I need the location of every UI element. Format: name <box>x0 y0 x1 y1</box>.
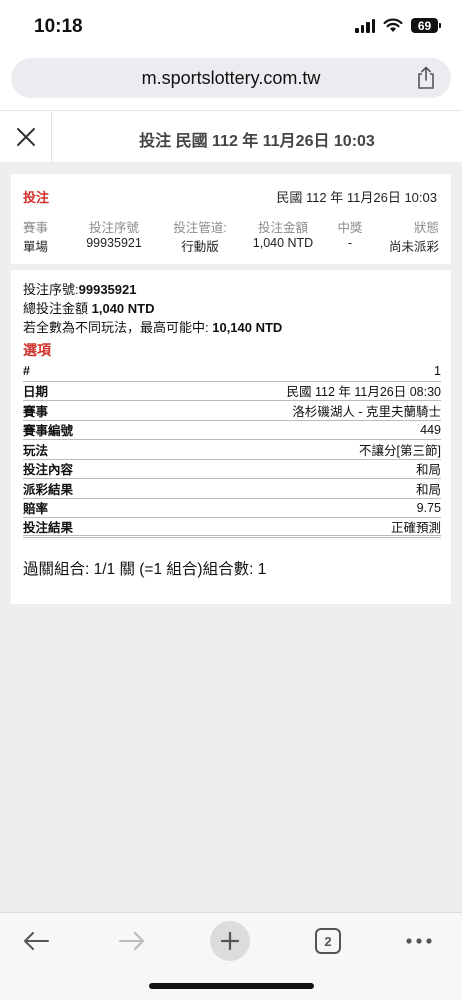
tabs-icon: 2 <box>315 928 341 954</box>
row-key: 賽事 <box>23 404 49 419</box>
more-button[interactable] <box>402 923 436 959</box>
row-key: 派彩結果 <box>23 482 74 497</box>
status-bar: 10:18 69 <box>0 0 462 52</box>
serial-label: 投注序號: <box>23 282 79 297</box>
cell-channel: 行動版 <box>181 240 219 254</box>
table-row: 玩法 不讓分[第三節] <box>23 440 441 460</box>
row-key: 賽事編號 <box>23 424 74 439</box>
max-win-label: 若全數為不同玩法，最高可能中: <box>23 320 213 335</box>
row-value: 和局 <box>415 463 441 478</box>
status-time: 10:18 <box>34 16 83 37</box>
table-row: 賽事編號 449 <box>23 421 441 440</box>
address-bar[interactable]: m.sportslottery.com.tw <box>11 58 451 98</box>
back-button[interactable] <box>16 923 56 959</box>
row-key: 賠率 <box>23 502 49 517</box>
tabs-button[interactable]: 2 <box>314 923 342 959</box>
column-header-serial: 投注序號 <box>88 221 139 235</box>
row-value: 洛杉磯湖人 - 克里夫蘭騎士 <box>292 404 441 419</box>
more-icon <box>406 938 432 944</box>
forward-button[interactable] <box>112 923 152 959</box>
close-icon <box>16 128 35 146</box>
row-value: 449 <box>420 422 441 437</box>
total-amount-line: 總投注金額 1,040 NTD <box>23 298 155 317</box>
row-key: 日期 <box>23 385 49 400</box>
home-indicator <box>149 983 314 989</box>
table-row: 投注內容 和局 <box>23 460 441 479</box>
back-arrow-icon <box>24 932 49 950</box>
cell-status: 尚未派彩 <box>388 240 439 254</box>
parlay-summary: 過關組合: 1/1 關 (=1 組合)組合數: 1 <box>23 561 267 578</box>
close-button[interactable] <box>0 111 52 163</box>
status-icons: 69 <box>355 18 441 33</box>
bet-summary-card: 投注 民國 112 年 11月26日 10:03 賽事 投注序號 投注管道: 投… <box>11 174 451 264</box>
table-row: 派彩結果 和局 <box>23 479 441 499</box>
table-row: 日期 民國 112 年 11月26日 08:30 <box>23 382 441 401</box>
summary-header-row: 賽事 投注序號 投注管道: 投注金額 中獎 狀態 <box>23 217 439 236</box>
row-value: 正確預測 <box>390 520 441 535</box>
total-value: 1,040 NTD <box>91 301 155 316</box>
cell-prize: - <box>347 236 353 250</box>
row-value: 民國 112 年 11月26日 08:30 <box>286 385 441 400</box>
total-label: 總投注金額 <box>23 301 92 316</box>
table-row: #1 <box>23 362 441 382</box>
row-value: 不讓分[第三節] <box>359 443 441 458</box>
bet-detail-card: 投注序號:99935921 總投注金額 1,040 NTD 若全數為不同玩法，最… <box>11 270 451 604</box>
row-key: # <box>23 364 30 379</box>
cell-event: 單場 <box>23 240 49 254</box>
options-table: #1 日期 民國 112 年 11月26日 08:30 賽事 洛杉磯湖人 - 克里夫… <box>23 362 441 538</box>
summary-value-row: 單場 99935921 行動版 1,040 NTD - 尚未派彩 <box>23 236 439 255</box>
new-tab-button[interactable] <box>210 921 250 961</box>
column-header-status: 狀態 <box>413 221 439 235</box>
page-header: 投注 民國 112 年 11月26日 10:03 <box>0 110 462 163</box>
url-text[interactable]: m.sportslottery.com.tw <box>11 68 451 89</box>
column-header-amount: 投注金額 <box>257 221 308 235</box>
table-row: 投注結果 正確預測 <box>23 518 441 538</box>
tab-count: 2 <box>324 933 332 949</box>
row-value: 和局 <box>415 482 441 497</box>
share-icon[interactable] <box>415 66 437 90</box>
column-header-event: 賽事 <box>23 221 49 235</box>
serial-line: 投注序號:99935921 <box>23 279 136 298</box>
table-row: 賠率 9.75 <box>23 499 441 518</box>
max-win-line: 若全數為不同玩法，最高可能中: 10,140 NTD <box>23 317 282 336</box>
row-key: 投注結果 <box>23 520 74 535</box>
wifi-icon <box>383 18 403 32</box>
forward-arrow-icon <box>119 932 144 950</box>
row-value: 1 <box>434 364 441 379</box>
max-win-value: 10,140 NTD <box>212 320 283 335</box>
cell-amount: 1,040 NTD <box>252 236 314 250</box>
options-title: 選項 <box>23 342 51 358</box>
table-row: 賽事 洛杉磯湖人 - 克里夫蘭騎士 <box>23 401 441 421</box>
column-header-prize: 中獎 <box>337 221 363 235</box>
row-key: 投注內容 <box>23 463 74 478</box>
cell-serial: 99935921 <box>86 236 142 250</box>
column-header-channel: 投注管道: <box>173 221 227 235</box>
summary-date: 民國 112 年 11月26日 10:03 <box>276 190 437 205</box>
serial-value: 99935921 <box>78 282 137 297</box>
page-title: 投注 民國 112 年 11月26日 10:03 <box>139 133 375 150</box>
battery-icon: 69 <box>411 18 441 33</box>
cellular-signal-icon <box>355 18 375 33</box>
row-key: 玩法 <box>23 443 49 458</box>
plus-icon <box>220 931 240 951</box>
row-value: 9.75 <box>416 500 441 515</box>
summary-title: 投注 <box>23 190 50 205</box>
